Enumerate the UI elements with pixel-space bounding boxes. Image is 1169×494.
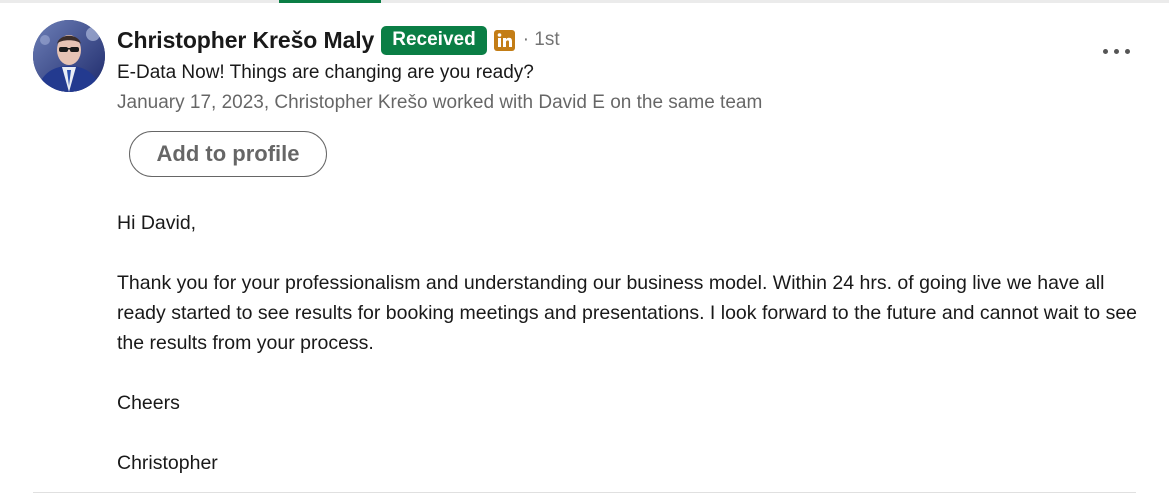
recommendation-text: Thank you for your professionalism and u…: [117, 272, 1138, 354]
bottom-divider: [33, 492, 1136, 493]
recommendation-signature: Christopher: [117, 452, 218, 474]
more-dot: [1124, 48, 1130, 54]
author-headline: E-Data Now! Things are changing are you …: [117, 62, 534, 83]
more-options-icon[interactable]: [1096, 38, 1136, 64]
active-tab-indicator: [279, 0, 381, 3]
linkedin-premium-icon: [493, 29, 515, 51]
recommendation-greeting: Hi David,: [117, 212, 197, 234]
recommendation-meta: January 17, 2023, Christopher Krešo work…: [117, 92, 763, 113]
status-badge: Received: [381, 25, 487, 55]
more-dot: [1102, 48, 1108, 54]
add-to-profile-button[interactable]: Add to profile: [129, 131, 327, 177]
recommendation-header: Christopher Krešo Maly Received · 1st: [117, 23, 560, 57]
top-divider: [0, 0, 1169, 3]
author-name[interactable]: Christopher Krešo Maly: [117, 27, 374, 54]
more-dot: [1113, 48, 1119, 54]
recommendation-card: Christopher Krešo Maly Received · 1st E-…: [0, 0, 1169, 494]
connection-degree: · 1st: [522, 29, 560, 50]
recommendation-closing: Cheers: [117, 392, 180, 414]
avatar[interactable]: [33, 20, 105, 92]
